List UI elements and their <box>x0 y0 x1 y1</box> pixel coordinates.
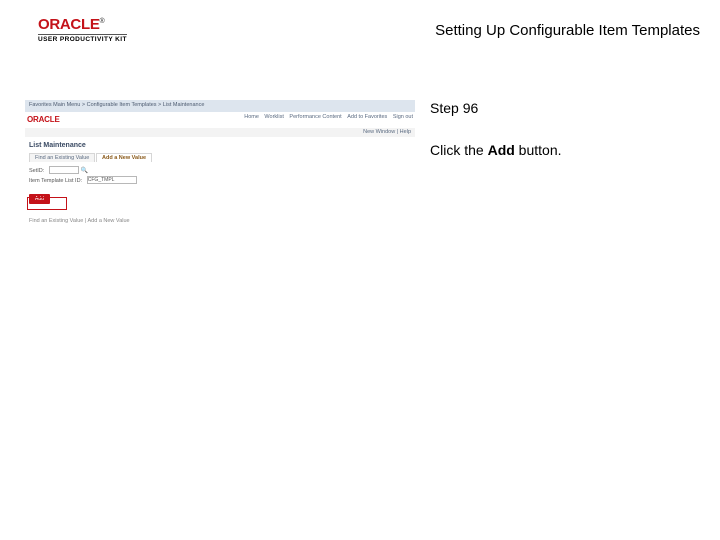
instruction-panel: Step 96 Click the Add button. <box>430 100 690 158</box>
brand-name-text: ORACLE <box>38 16 100 33</box>
setid-input[interactable] <box>49 166 79 174</box>
instruction-bold: Add <box>488 142 515 158</box>
instruction-text: Click the Add button. <box>430 142 690 158</box>
template-id-label: Item Template List ID: <box>29 178 82 184</box>
breadcrumb: Favorites Main Menu > Configurable Item … <box>29 102 204 108</box>
page-title: Setting Up Configurable Item Templates <box>435 22 700 39</box>
instruction-after: button. <box>515 142 562 158</box>
brand-block: ORACLE® USER PRODUCTIVITY KIT <box>38 16 127 43</box>
template-id-row: Item Template List ID: CFG_TMPL <box>29 176 415 184</box>
instruction-before: Click the <box>430 142 488 158</box>
top-nav-favorites[interactable]: Add to Favorites <box>347 114 387 120</box>
setid-lookup-icon[interactable]: 🔍 <box>81 167 88 174</box>
setid-row: SetID: 🔍 <box>29 166 415 174</box>
add-form: SetID: 🔍 Item Template List ID: CFG_TMPL <box>29 166 415 184</box>
brand-name: ORACLE® <box>38 16 127 33</box>
top-nav-performance[interactable]: Performance Content <box>289 114 341 120</box>
tab-add-new[interactable]: Add a New Value <box>96 153 152 162</box>
breadcrumb-bar: Favorites Main Menu > Configurable Item … <box>25 100 415 112</box>
top-nav-home[interactable]: Home <box>244 114 259 120</box>
top-nav-worklist[interactable]: Worklist <box>264 114 283 120</box>
brand-subtitle: USER PRODUCTIVITY KIT <box>38 34 127 43</box>
template-id-input[interactable]: CFG_TMPL <box>87 176 137 184</box>
app-screenshot: Favorites Main Menu > Configurable Item … <box>25 100 415 240</box>
component-title: List Maintenance <box>29 142 415 149</box>
tab-bar: Find an Existing Value Add a New Value <box>29 153 415 162</box>
setid-label: SetID: <box>29 168 44 174</box>
step-label: Step 96 <box>430 100 690 116</box>
tab-find-existing[interactable]: Find an Existing Value <box>29 153 95 162</box>
subnav-links[interactable]: New Window | Help <box>363 129 411 135</box>
app-logo: ORACLE <box>27 115 60 124</box>
top-nav: Home Worklist Performance Content Add to… <box>240 114 413 120</box>
add-button[interactable]: Add <box>29 194 50 204</box>
top-nav-signout[interactable]: Sign out <box>393 114 413 120</box>
app-header-row: ORACLE Home Worklist Performance Content… <box>25 112 415 128</box>
subnav-bar: New Window | Help <box>25 128 415 137</box>
footer-links[interactable]: Find an Existing Value | Add a New Value <box>29 218 415 224</box>
